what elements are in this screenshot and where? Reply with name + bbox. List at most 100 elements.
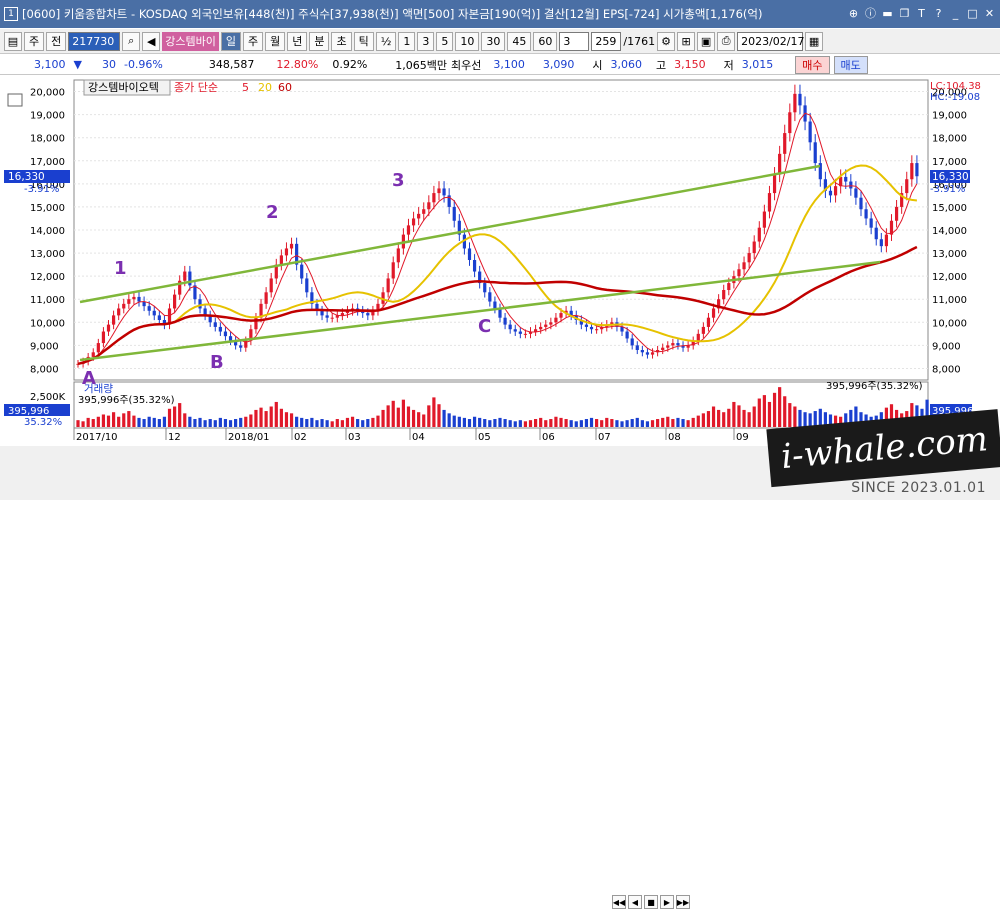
forward-icon[interactable]: ▶▶ [676,895,690,909]
pin-icon[interactable]: T [915,6,928,20]
tab-minute[interactable]: 분 [309,31,330,51]
volume-bar [711,406,716,427]
volume-bar [595,419,599,427]
tab-tick[interactable]: 틱 [353,31,374,51]
period-week-button[interactable]: 주 [24,31,45,51]
volume-bar [81,421,85,427]
last-pct-right: -3.91% [930,184,965,195]
volume-bar [234,419,238,427]
interval-30[interactable]: 30 [481,31,506,51]
volume-bar [747,412,751,427]
chart-area[interactable]: 20,000 20,000 19,000 19,000 18,000 18,000 17,0… [0,76,1000,446]
rewind-icon[interactable]: ◀◀ [612,895,626,909]
volume-bar [727,408,731,427]
volume-bar [549,419,553,427]
hc-label: HC:-19.08 [930,92,980,103]
interval-5[interactable]: 5 [436,31,454,51]
tab-week[interactable]: 주 [242,31,264,51]
candle-body [711,308,716,318]
link-icon[interactable]: ⊕ [847,6,860,20]
volume-bar [193,419,197,427]
candle-body [549,322,553,325]
x-tick-label: 03 [348,432,361,443]
volume-bar [686,420,690,427]
tab-month[interactable]: 월 [265,31,286,51]
candle-body [320,310,324,316]
save-icon[interactable]: ▣ [697,31,716,51]
interval-45[interactable]: 45 [507,31,532,51]
volume-bar [106,415,111,427]
price-chart[interactable]: 20,000 20,00019,000 19,00018,000 18,00017,0… [0,76,1000,446]
amount: 1,065백만 [395,58,448,72]
candle-body [539,326,543,330]
sound-icon[interactable]: ◀ [142,31,161,51]
candle-body [798,93,802,106]
help-icon[interactable]: ? [932,6,945,20]
prev-icon[interactable]: ◀ [628,895,642,909]
stock-code-input[interactable]: 217730 [68,31,121,51]
x-tick-label: 05 [478,432,491,443]
volume-bar [147,416,151,427]
count-input[interactable]: 259 [591,31,622,51]
candle-body [706,317,711,327]
stock-name-label[interactable]: 강스템바이 [162,31,219,51]
volume-bar [513,421,517,427]
volume-bar [437,404,441,427]
restore-icon[interactable]: ❐ [898,6,911,20]
close-icon[interactable]: ✕ [983,6,996,20]
candle-body [305,278,309,293]
date-input[interactable]: 2023/02/17 [737,31,805,51]
next-icon[interactable]: ▶ [660,895,674,909]
interval-3[interactable]: 3 [417,31,435,51]
minimize-icon[interactable]: ▬ [881,6,894,20]
prev-button[interactable]: 전 [46,31,67,51]
sell-button[interactable]: 매도 [833,55,868,74]
volume-bar [574,421,578,427]
volume-bar [493,419,497,427]
interval-select[interactable]: 3 [559,31,590,51]
x-tick-label: 08 [668,432,681,443]
volume-pct-left: 35.32% [24,417,62,428]
y-tick-label-left: 9,000 [30,341,59,352]
tab-year[interactable]: 년 [287,31,308,51]
volume-bar [615,420,619,427]
interval-10[interactable]: 10 [455,31,480,51]
volume-bar [157,419,161,427]
maximize-icon[interactable]: □ [966,6,979,20]
candle-body [493,301,497,309]
legend-ma60: 60 [278,81,292,94]
candle-body [518,331,522,334]
info-icon[interactable]: ⓘ [864,6,877,20]
interval-60[interactable]: 60 [533,31,558,51]
candle-body [533,329,538,332]
tab-second[interactable]: 초 [331,31,352,51]
lc-label: LC:104.38 [930,81,981,92]
y-tick-label-right: 15,000 [932,203,967,214]
toolbar: ▤ 주 전 217730 ⌕ ◀ 강스템바이 일 주 월 년 분 초 틱 ½ 1… [0,29,1000,54]
candle-body [762,211,766,228]
volume-bar [391,400,395,427]
x-tick-label: 04 [412,432,425,443]
candle-body [437,188,441,194]
volume-title: 거래량 [84,383,113,395]
menu-icon[interactable]: ▤ [4,31,22,51]
underline-icon[interactable]: _ [949,6,962,20]
candle-body [894,206,899,221]
candle-body [544,324,548,327]
interval-1[interactable]: 1 [398,31,416,51]
stop-icon[interactable]: ■ [644,895,658,909]
tool-icon[interactable]: ⚙ [657,31,676,51]
volume-bar [559,417,563,427]
calendar-icon[interactable]: ▦ [805,31,824,51]
buy-button[interactable]: 매수 [795,55,830,74]
zoom-icon[interactable]: ⊞ [677,31,696,51]
volume-bar [503,419,507,427]
candle-body [325,315,329,318]
tab-day[interactable]: 일 [220,31,241,51]
ratio-button[interactable]: ½ [375,31,397,51]
search-icon[interactable]: ⌕ [122,31,141,51]
print-icon[interactable]: ⎙ [717,31,736,51]
y-tick-label-right: 14,000 [932,226,967,237]
candle-body [330,317,334,319]
best-bid: 3,090 [542,58,575,71]
